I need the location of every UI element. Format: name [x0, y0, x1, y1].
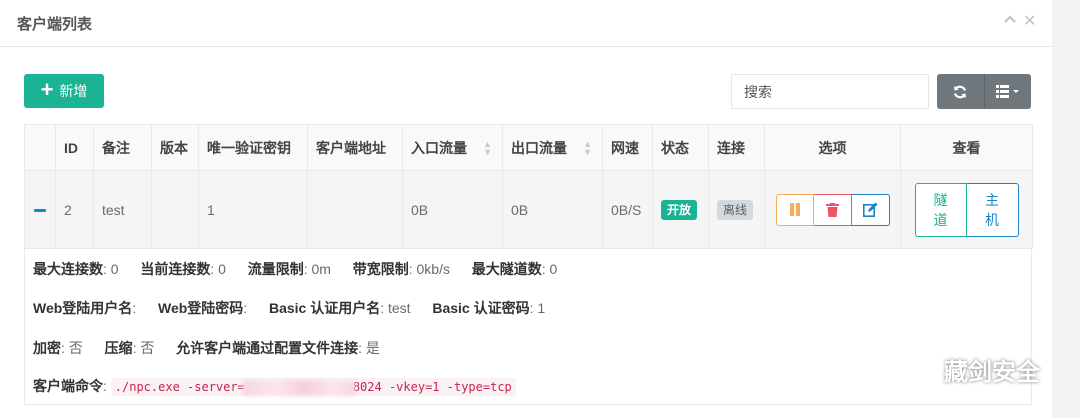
add-button[interactable]: + 新增	[24, 74, 104, 108]
client-detail: 最大连接数: 0 当前连接数: 0 流量限制: 0m 带宽限制: 0kb/s 最…	[24, 249, 1032, 405]
col-inflow-label: 入口流量	[411, 139, 467, 156]
web-user-label: Web登陆用户名	[33, 300, 133, 316]
max-tunnel-label: 最大隧道数	[471, 261, 542, 277]
col-conn[interactable]: 连接	[708, 124, 765, 171]
crypt-label: 加密	[33, 340, 61, 356]
col-vkey[interactable]: 唯一验证密钥	[198, 124, 308, 171]
max-conn-label: 最大连接数	[33, 261, 103, 277]
rate-limit-label: 带宽限制	[352, 261, 409, 277]
conn-badge: 离线	[717, 200, 754, 220]
cur-conn-label: 当前连接数	[140, 261, 211, 277]
col-version[interactable]: 版本	[151, 124, 199, 171]
wechat-icon	[899, 354, 934, 386]
table-toolbar	[937, 74, 1031, 109]
rate-limit-value: 0kb/s	[416, 261, 450, 277]
watermark-text: 藏剑安全	[944, 359, 1040, 386]
col-expand	[24, 124, 56, 171]
view-host-button[interactable]: 主机	[966, 182, 1019, 237]
detail-row-command: 客户端命令: ./npc.exe -server= 8024 -vkey=1 -t…	[33, 376, 516, 396]
edit-icon	[862, 202, 877, 217]
client-list-panel: 客户端列表 ✕ + 新增 搜索 ID 备注 版本 唯一验证密钥 客户端地址 入口…	[0, 0, 1052, 418]
web-pass-label: Web登陆密码	[157, 300, 244, 316]
refresh-icon	[954, 85, 967, 98]
table-row: 2 test 1 0B 0B 0B/S 开放 离线 隧道 主机	[24, 170, 1033, 249]
pause-icon	[789, 203, 800, 216]
cell-status: 开放	[652, 170, 709, 249]
client-command[interactable]: ./npc.exe -server= 8024 -vkey=1 -type=tcp	[110, 378, 516, 396]
crypt-value: 否	[68, 340, 83, 356]
cell-outflow: 0B	[502, 170, 603, 249]
max-conn-value: 0	[110, 261, 119, 277]
client-table: ID 备注 版本 唯一验证密钥 客户端地址 入口流量 ▲ ▼ 出口流量 ▲ ▼ 网速…	[24, 124, 1033, 249]
cmd-label: 客户端命令	[33, 378, 103, 394]
watermark: 藏剑安全	[898, 352, 1040, 387]
panel-header: 客户端列表 ✕	[0, 0, 1052, 47]
sort-icon: ▲ ▼	[583, 139, 592, 157]
detail-row-limits: 最大连接数: 0 当前连接数: 0 流量限制: 0m 带宽限制: 0kb/s 最…	[33, 261, 558, 277]
detail-row-auth: Web登陆用户名: Web登陆密码: Basic 认证用户名: test Bas…	[33, 300, 546, 316]
col-outflow-label: 出口流量	[511, 139, 567, 156]
col-inflow[interactable]: 入口流量 ▲ ▼	[402, 124, 503, 171]
cmd-prefix: ./npc.exe -server=	[114, 380, 245, 394]
columns-list-icon	[995, 84, 1019, 98]
basic-pass-label: Basic 认证密码	[432, 300, 530, 316]
col-view: 查看	[900, 124, 1033, 171]
search-input[interactable]	[731, 74, 929, 109]
cell-view: 隧道 主机	[900, 170, 1033, 249]
expand-toggle[interactable]	[24, 170, 56, 249]
refresh-button[interactable]	[937, 74, 984, 109]
config-conn-label: 允许客户端通过配置文件连接	[176, 340, 359, 356]
minus-icon	[34, 209, 46, 213]
columns-button[interactable]	[983, 74, 1032, 109]
cell-remark: test	[93, 170, 152, 249]
sort-icon: ▲ ▼	[483, 139, 492, 157]
flow-limit-label: 流量限制	[247, 261, 304, 277]
detail-row-options: 加密: 否 压缩: 否 允许客户端通过配置文件连接: 是	[33, 340, 380, 356]
col-outflow[interactable]: 出口流量 ▲ ▼	[502, 124, 603, 171]
cell-id: 2	[55, 170, 94, 249]
cell-version	[151, 170, 199, 249]
cell-inflow: 0B	[402, 170, 503, 249]
flow-limit-value: 0m	[311, 261, 331, 277]
edit-button[interactable]	[851, 193, 890, 226]
cell-speed: 0B/S	[602, 170, 653, 249]
delete-button[interactable]	[813, 193, 852, 226]
compress-label: 压缩	[104, 340, 133, 356]
status-badge: 开放	[661, 200, 698, 220]
cur-conn-value: 0	[218, 261, 226, 277]
basic-user-label: Basic 认证用户名	[268, 300, 381, 316]
cell-ops	[764, 170, 901, 249]
cell-conn: 离线	[708, 170, 765, 249]
close-icon[interactable]: ✕	[1023, 13, 1036, 31]
add-button-label: 新增	[59, 83, 88, 99]
config-conn-value: 是	[365, 340, 380, 356]
plus-icon: +	[40, 77, 54, 102]
view-button-group: 隧道 主机	[914, 182, 1019, 237]
trash-icon	[825, 202, 839, 217]
chevron-up-icon[interactable]	[1004, 13, 1016, 31]
cmd-suffix: 8024 -vkey=1 -type=tcp	[352, 380, 512, 394]
col-ops: 选项	[764, 124, 901, 171]
cell-vkey: 1	[198, 170, 308, 249]
redacted-server-address	[242, 379, 355, 396]
table-header-row: ID 备注 版本 唯一验证密钥 客户端地址 入口流量 ▲ ▼ 出口流量 ▲ ▼ 网速…	[24, 124, 1033, 171]
view-tunnel-button[interactable]: 隧道	[914, 182, 967, 237]
col-id[interactable]: ID	[55, 124, 94, 171]
max-tunnel-value: 0	[549, 261, 558, 277]
basic-pass-value: 1	[537, 300, 546, 316]
ops-button-group	[775, 193, 890, 226]
compress-value: 否	[140, 340, 155, 356]
pause-button[interactable]	[775, 193, 814, 226]
basic-user-value: test	[388, 300, 411, 316]
col-addr[interactable]: 客户端地址	[307, 124, 403, 171]
col-speed[interactable]: 网速	[602, 124, 653, 171]
cell-addr	[307, 170, 403, 249]
panel-title: 客户端列表	[17, 16, 93, 33]
col-status[interactable]: 状态	[652, 124, 709, 171]
col-remark[interactable]: 备注	[93, 124, 152, 171]
